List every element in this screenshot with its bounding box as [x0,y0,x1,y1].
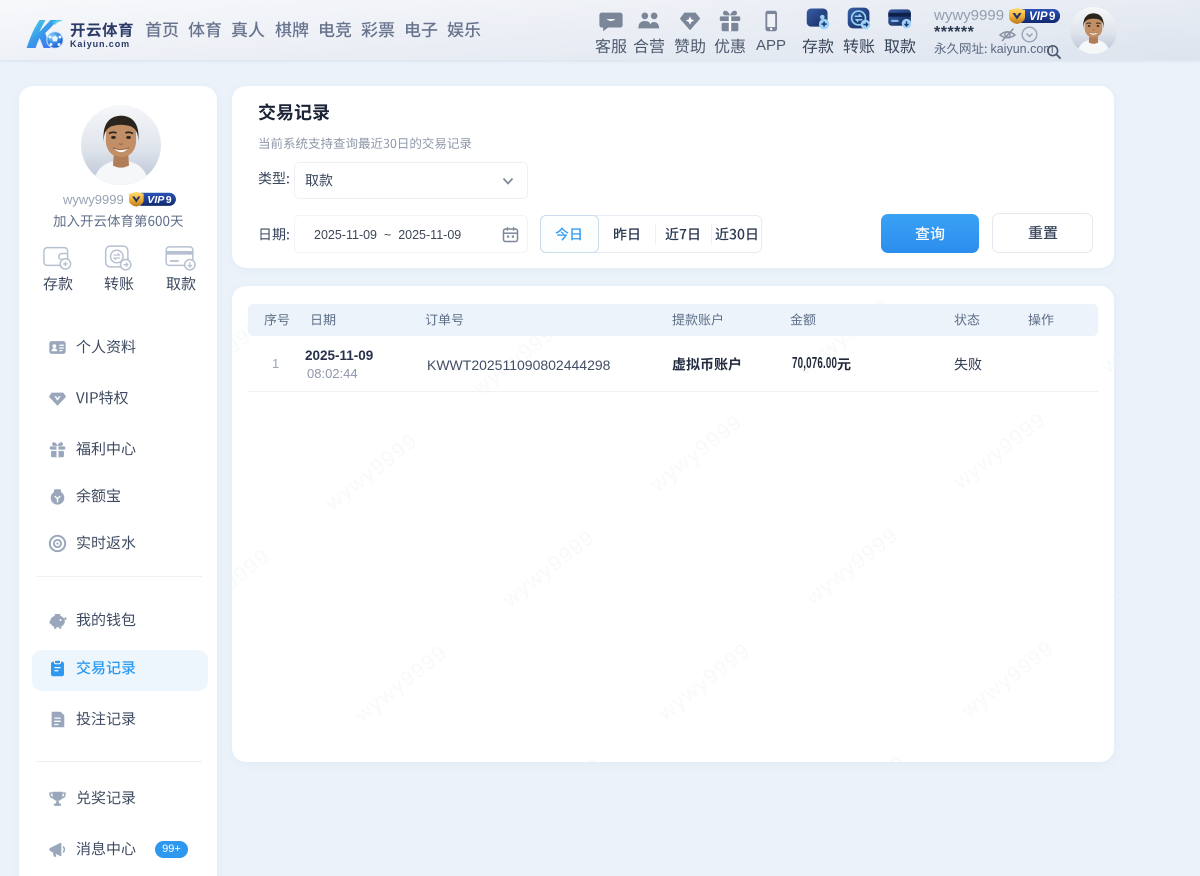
svg-text:VIP: VIP [147,194,165,206]
svg-text:Kaiyun.com: Kaiyun.com [70,39,130,49]
svg-text:9: 9 [166,194,172,206]
svg-text:VIP: VIP [1029,11,1048,23]
svg-text:9: 9 [1049,11,1055,23]
